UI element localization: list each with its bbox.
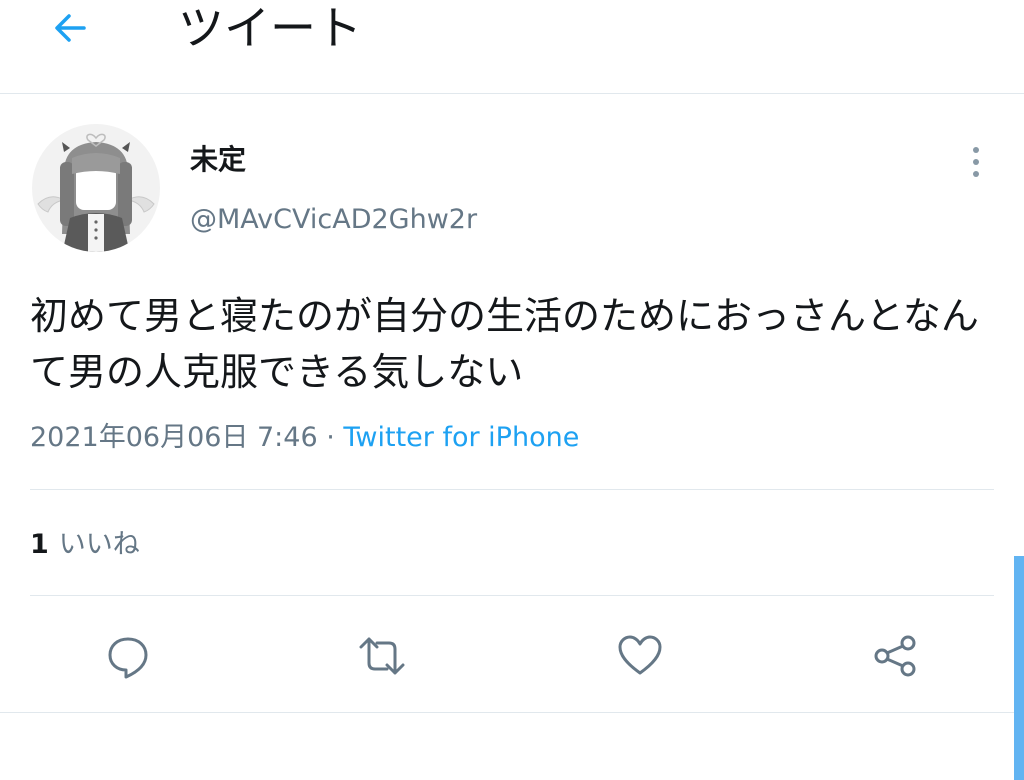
likes-label: いいね	[58, 529, 140, 560]
vertical-ellipsis-icon	[973, 147, 979, 177]
tweet-source-link[interactable]: Twitter for iPhone	[343, 422, 579, 453]
more-options-button[interactable]	[958, 142, 994, 182]
meta-separator: ·	[317, 422, 344, 453]
page-title: ツイート	[178, 1, 362, 55]
scrollbar-thumb[interactable]	[1014, 556, 1024, 780]
back-button[interactable]	[44, 6, 96, 50]
share-button[interactable]	[869, 630, 921, 682]
like-button[interactable]	[614, 630, 666, 682]
likes-summary[interactable]: 1 いいね	[30, 527, 140, 563]
retweet-icon	[359, 637, 405, 675]
display-name[interactable]: 未定	[190, 142, 246, 178]
arrow-left-icon	[55, 14, 86, 42]
tweet-meta: 2021年06月06日 7:46 · Twitter for iPhone	[30, 420, 579, 456]
share-icon	[874, 635, 916, 677]
likes-count: 1	[30, 529, 49, 560]
reply-icon	[108, 637, 148, 679]
like-icon	[618, 635, 662, 675]
retweet-button[interactable]	[356, 630, 408, 682]
divider	[30, 595, 994, 596]
top-app-bar: ツイート	[0, 0, 1024, 94]
tweet-timestamp: 2021年06月06日 7:46	[30, 422, 318, 453]
divider	[30, 489, 994, 490]
avatar[interactable]	[30, 122, 162, 254]
divider	[0, 712, 1024, 713]
tweet-text: 初めて男と寝たのが自分の生活のためにおっさんとなんて男の人克服できる気しない	[30, 294, 979, 394]
avatar-illustration	[32, 124, 160, 252]
reply-button[interactable]	[102, 630, 154, 682]
user-handle[interactable]: @MAvCVicAD2Ghw2r	[190, 203, 477, 237]
